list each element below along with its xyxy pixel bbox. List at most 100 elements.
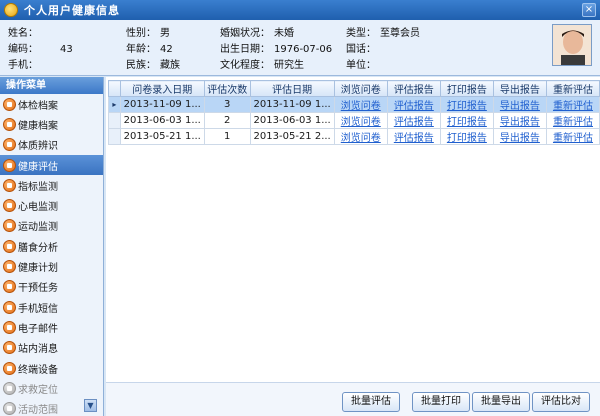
reevaluate-link[interactable]: 重新评估 — [545, 112, 600, 129]
col-export-report[interactable]: 导出报告 — [492, 80, 547, 97]
export-report-link[interactable]: 导出报告 — [492, 96, 547, 113]
batch-export-button[interactable]: 批量导出 — [472, 392, 530, 412]
operation-menu: 操作菜单 体检档案 健康档案 体质辨识 健康评估 指标监测 心电监测 运动监测 … — [0, 77, 104, 416]
type-field: 类型： 至尊会员 — [346, 28, 420, 39]
person-icon — [3, 138, 16, 152]
app-logo-icon — [4, 3, 18, 17]
menu-item-constitution[interactable]: 体质辨识 — [0, 135, 103, 155]
menu-item-exercise-monitor[interactable]: 运动监测 — [0, 216, 103, 236]
cell-entry-date: 2013-06-03 1... — [119, 112, 205, 129]
chevron-down-icon[interactable]: ▼ — [84, 399, 97, 412]
menu-item-health-plan[interactable]: 健康计划 — [0, 256, 103, 276]
menu-item-terminal-devices[interactable]: 终端设备 — [0, 358, 103, 378]
view-questionnaire-link[interactable]: 浏览问卷 — [333, 128, 388, 145]
menu-item-health-assessment[interactable]: 健康评估 — [0, 154, 103, 176]
table-row[interactable]: 2013-05-21 1... 1 2013-05-21 2... 浏览问卷 评… — [108, 128, 600, 145]
ethnic-field: 民族： 藏族 — [126, 60, 180, 71]
menu-item-sos-location[interactable]: 求救定位 — [0, 378, 103, 398]
menu-header: 操作菜单 — [0, 77, 103, 94]
assessment-table: 问卷录入日期 评估次数 评估日期 浏览问卷 评估报告 打印报告 导出报告 重新评… — [108, 80, 600, 145]
evaluation-compare-button[interactable]: 评估比对 — [532, 392, 590, 412]
batch-evaluate-button[interactable]: 批量评估 — [342, 392, 400, 412]
row-indicator: ▸ — [108, 96, 121, 113]
phone-icon — [3, 300, 16, 314]
cell-entry-date: 2013-11-09 1... — [119, 96, 205, 113]
cell-eval-date: 2013-06-03 1... — [249, 112, 335, 129]
title-bar: 个人用户健康信息 × — [0, 0, 600, 20]
user-info-panel: 姓名： 性别：男 婚姻状况： 未婚 类型： 至尊会员 编码： 43 年龄： 42 出生日… — [0, 20, 600, 76]
menu-item-email[interactable]: 电子邮件 — [0, 317, 103, 337]
birth-field: 出生日期： 1976-07-06 — [220, 44, 333, 55]
menu-item-ecg-monitor[interactable]: 心电监测 — [0, 195, 103, 215]
col-eval-count[interactable]: 评估次数 — [203, 80, 251, 97]
cell-eval-count: 1 — [203, 128, 251, 145]
marital-field: 婚姻状况： 未婚 — [220, 28, 294, 39]
table-row[interactable]: ▸ 2013-11-09 1... 3 2013-11-09 1... 浏览问卷… — [108, 96, 600, 113]
device-icon — [3, 361, 16, 375]
menu-item-health-records[interactable]: 健康档案 — [0, 114, 103, 134]
col-reevaluate[interactable]: 重新评估 — [545, 80, 600, 97]
menu-item-physical-exam[interactable]: 体检档案 — [0, 94, 103, 114]
education-field: 文化程度： 研究生 — [220, 60, 304, 71]
eval-report-link[interactable]: 评估报告 — [386, 128, 441, 145]
col-view-questionnaire[interactable]: 浏览问卷 — [333, 80, 388, 97]
reevaluate-link[interactable]: 重新评估 — [545, 128, 600, 145]
gauge-icon — [3, 178, 16, 192]
avatar — [552, 24, 592, 66]
table-row[interactable]: 2013-06-03 1... 2 2013-06-03 1... 浏览问卷 评… — [108, 112, 600, 129]
calendar-icon — [3, 260, 16, 274]
folder-icon — [3, 117, 16, 131]
action-bar: 批量评估 批量打印 批量导出 评估比对 — [106, 382, 600, 416]
location-pin-icon — [3, 381, 16, 395]
batch-print-button[interactable]: 批量打印 — [412, 392, 470, 412]
print-report-link[interactable]: 打印报告 — [439, 128, 494, 145]
name-field: 姓名： — [8, 28, 38, 39]
menu-item-site-messages[interactable]: 站内消息 — [0, 338, 103, 358]
menu-item-diet-analysis[interactable]: 膳食分析 — [0, 236, 103, 256]
view-questionnaire-link[interactable]: 浏览问卷 — [333, 96, 388, 113]
close-button[interactable]: × — [582, 3, 596, 17]
nation-field: 国话： — [346, 44, 376, 55]
col-eval-date[interactable]: 评估日期 — [249, 80, 335, 97]
print-report-link[interactable]: 打印报告 — [439, 96, 494, 113]
food-icon — [3, 239, 16, 253]
cell-eval-count: 2 — [203, 112, 251, 129]
cell-entry-date: 2013-05-21 1... — [119, 128, 205, 145]
eval-report-link[interactable]: 评估报告 — [386, 112, 441, 129]
col-print-report[interactable]: 打印报告 — [439, 80, 494, 97]
gender-field: 性别：男 — [126, 28, 170, 39]
avatar-photo-icon — [553, 25, 591, 65]
cell-eval-date: 2013-11-09 1... — [249, 96, 335, 113]
age-field: 年龄： 42 — [126, 44, 173, 55]
unit-field: 单位： — [346, 60, 376, 71]
col-eval-report[interactable]: 评估报告 — [386, 80, 441, 97]
heart-icon — [3, 199, 16, 213]
col-entry-date[interactable]: 问卷录入日期 — [119, 80, 205, 97]
menu-item-indicator-monitor[interactable]: 指标监测 — [0, 175, 103, 195]
cell-eval-count: 3 — [203, 96, 251, 113]
running-icon — [3, 219, 16, 233]
export-report-link[interactable]: 导出报告 — [492, 112, 547, 129]
code-field: 编码： 43 — [8, 44, 73, 55]
table-header-row: 问卷录入日期 评估次数 评估日期 浏览问卷 评估报告 打印报告 导出报告 重新评… — [108, 80, 600, 97]
mail-icon — [3, 320, 16, 334]
export-report-link[interactable]: 导出报告 — [492, 128, 547, 145]
cell-eval-date: 2013-05-21 2... — [249, 128, 335, 145]
menu-item-sms[interactable]: 手机短信 — [0, 297, 103, 317]
clipboard-icon — [3, 97, 16, 111]
reevaluate-link[interactable]: 重新评估 — [545, 96, 600, 113]
phone-field: 手机： — [8, 60, 38, 71]
print-report-link[interactable]: 打印报告 — [439, 112, 494, 129]
eval-report-link[interactable]: 评估报告 — [386, 96, 441, 113]
row-indicator — [108, 112, 121, 129]
view-questionnaire-link[interactable]: 浏览问卷 — [333, 112, 388, 129]
task-icon — [3, 280, 16, 294]
row-indicator — [108, 128, 121, 145]
menu-item-intervention-tasks[interactable]: 干预任务 — [0, 277, 103, 297]
map-icon — [3, 402, 16, 416]
chart-icon — [3, 158, 16, 172]
window-title: 个人用户健康信息 — [24, 4, 120, 17]
row-indicator-header — [108, 80, 121, 97]
message-icon — [3, 341, 16, 355]
assessment-panel: 问卷录入日期 评估次数 评估日期 浏览问卷 评估报告 打印报告 导出报告 重新评… — [106, 77, 600, 416]
